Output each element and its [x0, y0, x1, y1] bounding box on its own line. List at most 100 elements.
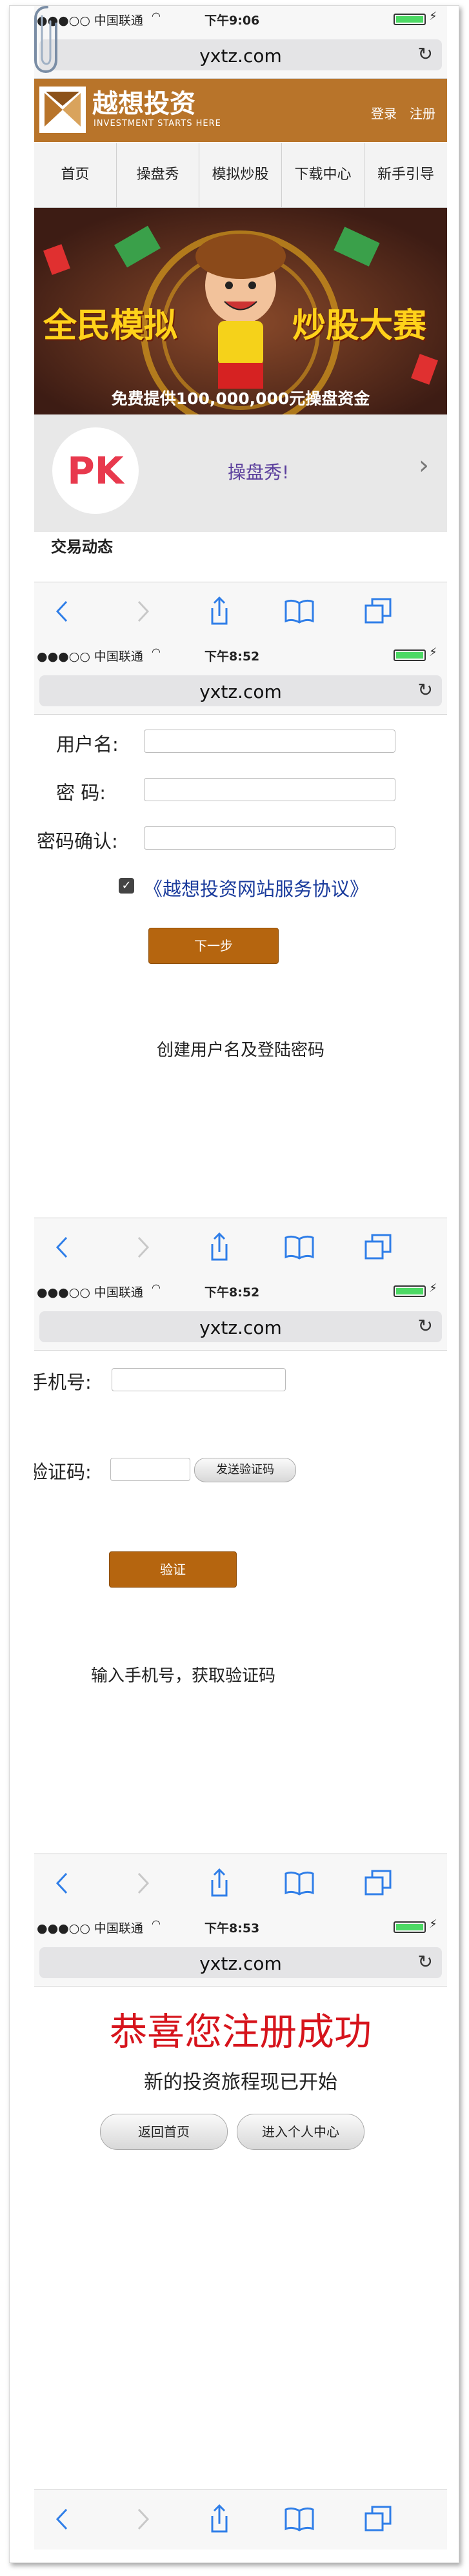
nav-item-simulated-trading[interactable]: 模拟炒股	[199, 143, 282, 207]
screenshot-home: ●●●○○ 中国联通 ◠ 下午9:06 ⚡ yxtz.com ↻ 越想投资 IN…	[34, 6, 447, 642]
banner-subline: 免费提供100,000,000元操盘资金	[111, 389, 370, 408]
battery-icon	[394, 1285, 426, 1297]
phone-label: 手机号:	[34, 1371, 92, 1393]
url-field[interactable]: yxtz.com ↻	[39, 1947, 442, 1978]
clock-time: 下午8:52	[205, 1285, 260, 1300]
charging-icon: ⚡	[429, 1917, 437, 1931]
tabs-icon[interactable]	[362, 1231, 394, 1263]
trading-show-label: 操盘秀!	[228, 462, 290, 483]
success-title: 恭喜您注册成功	[109, 2010, 372, 2054]
reload-icon[interactable]: ↻	[418, 1315, 433, 1336]
reload-icon[interactable]: ↻	[418, 1951, 433, 1972]
agreement-checkbox[interactable]: ✓	[119, 878, 134, 894]
wifi-icon: ◠	[152, 10, 161, 22]
username-label: 用户名:	[56, 733, 119, 755]
wifi-icon: ◠	[152, 1917, 161, 1930]
reload-icon[interactable]: ↻	[418, 679, 433, 700]
back-icon[interactable]	[47, 1231, 79, 1263]
bookmarks-icon[interactable]	[283, 595, 315, 628]
carrier-label: ●●●○○ 中国联通	[37, 1921, 143, 1936]
battery-icon	[394, 649, 426, 661]
url-field[interactable]: yxtz.com ↻	[39, 39, 442, 70]
step-caption: 创建用户名及登陆密码	[156, 1041, 324, 1060]
reload-icon[interactable]: ↻	[418, 43, 433, 65]
back-icon[interactable]	[47, 1867, 79, 1899]
forward-icon[interactable]	[126, 1231, 158, 1263]
login-link[interactable]: 登录	[371, 103, 397, 122]
trading-show-entry[interactable]: PK 操盘秀! ›	[34, 414, 447, 532]
step-caption: 输入手机号，获取验证码	[90, 1666, 275, 1686]
logo-icon[interactable]	[39, 87, 86, 133]
document-sheet: ●●●○○ 中国联通 ◠ 下午9:06 ⚡ yxtz.com ↻ 越想投资 IN…	[9, 5, 459, 2563]
carrier-label: ●●●○○ 中国联通	[37, 1285, 143, 1300]
clock-time: 下午8:52	[205, 649, 260, 664]
forward-icon[interactable]	[126, 595, 158, 628]
confirm-password-label: 密码确认:	[37, 830, 118, 852]
screenshot-register-step1: ●●●○○ 中国联通 ◠ 下午8:52 ⚡ yxtz.com ↻ 用户名: 密 …	[34, 642, 447, 1278]
logo-subtitle: INVESTMENT STARTS HERE	[94, 119, 221, 128]
bookmarks-icon[interactable]	[283, 1867, 315, 1899]
share-icon[interactable]	[203, 2503, 235, 2535]
status-bar: ●●●○○ 中国联通 ◠ 下午8:52 ⚡	[34, 642, 447, 668]
status-bar: ●●●○○ 中国联通 ◠ 下午8:53 ⚡	[34, 1914, 447, 1939]
clock-time: 下午8:53	[205, 1921, 260, 1936]
bookmarks-icon[interactable]	[283, 2503, 315, 2535]
password-label: 密 码:	[56, 782, 106, 804]
nav-item-download-center[interactable]: 下载中心	[282, 143, 364, 207]
wifi-icon: ◠	[152, 1282, 161, 1294]
code-label: 验证码:	[34, 1461, 92, 1483]
status-bar: ●●●○○ 中国联通 ◠ 下午8:52 ⚡	[34, 1278, 447, 1303]
nav-item-home[interactable]: 首页	[34, 143, 117, 207]
back-icon[interactable]	[47, 595, 79, 628]
tabs-icon[interactable]	[362, 1867, 394, 1899]
phone-input[interactable]	[112, 1368, 286, 1391]
password-input[interactable]	[144, 778, 395, 801]
url-text: yxtz.com	[199, 1953, 282, 1974]
forward-icon[interactable]	[126, 2503, 158, 2535]
code-input[interactable]	[110, 1458, 190, 1481]
share-icon[interactable]	[203, 595, 235, 628]
nav-item-trading-show[interactable]: 操盘秀	[117, 143, 199, 207]
username-input[interactable]	[144, 730, 395, 753]
url-field[interactable]: yxtz.com ↻	[39, 1311, 442, 1342]
logo-title: 越想投资	[92, 89, 195, 119]
carrier-label: ●●●○○ 中国联通	[37, 649, 143, 664]
send-code-button[interactable]: 发送验证码	[194, 1458, 296, 1482]
tabs-icon[interactable]	[362, 2503, 394, 2535]
confirm-password-input[interactable]	[144, 826, 395, 850]
battery-icon	[394, 1921, 426, 1933]
bookmarks-icon[interactable]	[283, 1231, 315, 1263]
charging-icon: ⚡	[429, 10, 437, 23]
address-bar: yxtz.com ↻	[34, 668, 447, 715]
share-icon[interactable]	[203, 1231, 235, 1263]
banner-headline-right: 炒股大赛	[292, 307, 427, 345]
safari-toolbar	[34, 582, 447, 642]
personal-center-button[interactable]: 进入个人中心	[237, 2114, 364, 2150]
screenshot-register-success: ●●●○○ 中国联通 ◠ 下午8:53 ⚡ yxtz.com ↻ 恭喜您注册成功…	[34, 1914, 447, 2562]
url-field[interactable]: yxtz.com ↻	[39, 675, 442, 706]
verify-button[interactable]: 验证	[109, 1551, 237, 1588]
main-nav: 首页 操盘秀 模拟炒股 下载中心 新手引导	[34, 143, 447, 208]
nav-item-beginner-guide[interactable]: 新手引导	[364, 143, 447, 207]
promo-banner[interactable]: 全民模拟 炒股大赛 免费提供100,000,000元操盘资金	[34, 208, 447, 414]
section-title-partial: 交易动态	[51, 538, 113, 556]
address-bar: yxtz.com ↻	[34, 32, 447, 79]
url-text: yxtz.com	[199, 681, 282, 702]
next-step-button[interactable]: 下一步	[148, 928, 279, 964]
agreement-link[interactable]: 《越想投资网站服务协议》	[144, 874, 368, 901]
success-subtitle: 新的投资旅程现已开始	[144, 2071, 337, 2094]
charging-icon: ⚡	[429, 1282, 437, 1295]
forward-icon[interactable]	[126, 1867, 158, 1899]
charging-icon: ⚡	[429, 646, 437, 659]
paper-clip-icon	[34, 6, 57, 74]
share-icon[interactable]	[203, 1867, 235, 1899]
address-bar: yxtz.com ↻	[34, 1303, 447, 1351]
register-link[interactable]: 注册	[410, 103, 435, 122]
tabs-icon[interactable]	[362, 595, 394, 628]
safari-toolbar	[34, 1854, 447, 1914]
url-text: yxtz.com	[199, 45, 282, 66]
pk-avatar: PK	[52, 427, 139, 514]
back-home-button[interactable]: 返回首页	[100, 2114, 228, 2150]
url-text: yxtz.com	[199, 1317, 282, 1338]
back-icon[interactable]	[47, 2503, 79, 2535]
